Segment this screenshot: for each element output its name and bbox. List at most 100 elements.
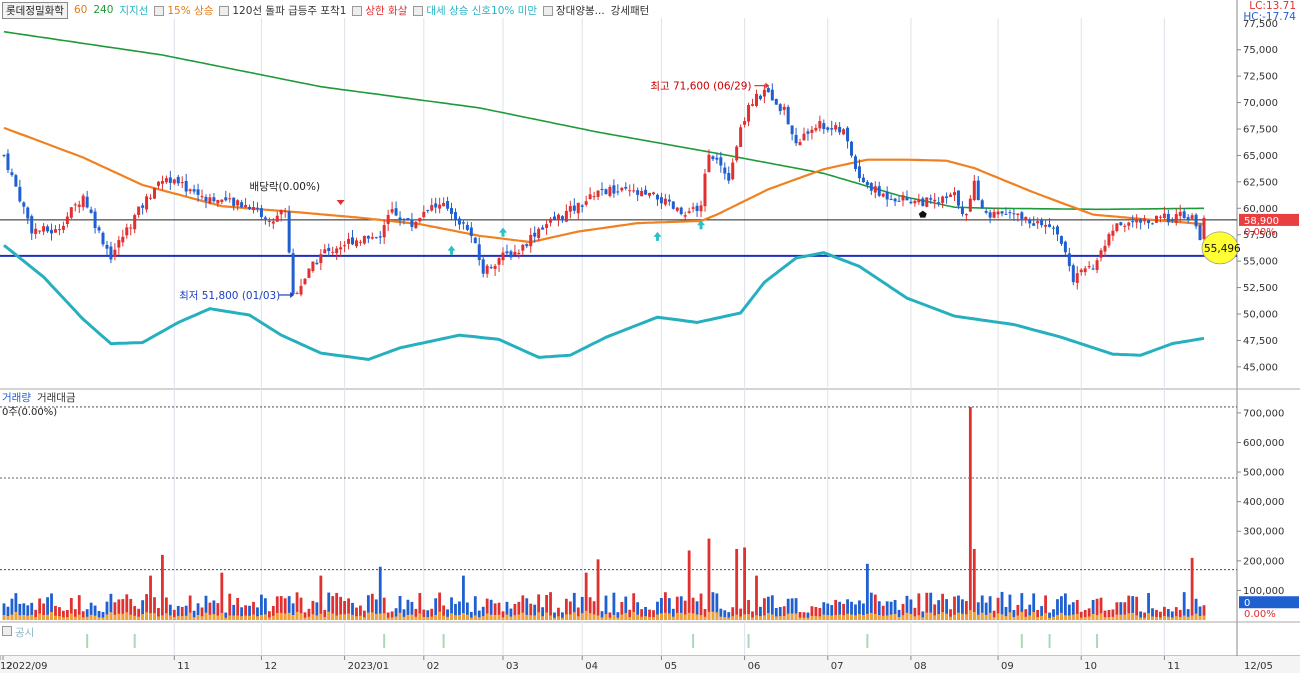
legend-15pct-rise[interactable]: 15% 상승 <box>154 3 213 18</box>
volume-bar-overlay <box>287 612 291 620</box>
candle-body <box>628 190 632 192</box>
current-change-label: 0.00% <box>1244 227 1276 238</box>
candle-body <box>453 212 457 221</box>
candle-body <box>291 253 295 295</box>
volume-bar-overlay <box>1151 616 1154 620</box>
candle-body <box>1067 253 1071 267</box>
candle-body <box>374 237 378 239</box>
volume-bar-overlay <box>438 611 442 620</box>
volume-bar-overlay <box>968 610 972 620</box>
legend-trend-rise-signal[interactable]: 대세 상승 신호10% 미만 <box>413 3 537 18</box>
legend-ma240[interactable]: 240 <box>93 4 113 16</box>
volume-bar-overlay <box>339 614 343 620</box>
volume-bar-overlay <box>50 612 53 620</box>
candle-body <box>283 210 287 212</box>
volume-bar-overlay <box>564 614 568 620</box>
volume-tick-label: 600,000 <box>1243 438 1284 449</box>
volume-bar-overlay <box>747 614 750 620</box>
candle-body <box>913 200 917 204</box>
candle-body <box>212 197 216 202</box>
volume-bar-overlay <box>949 616 952 620</box>
notice-legend[interactable]: 공시 <box>2 625 34 640</box>
volume-bar-overlay <box>244 615 247 620</box>
candle-body <box>145 196 149 210</box>
volume-bar-overlay <box>834 615 838 620</box>
volume-bar-overlay <box>374 613 378 620</box>
volume-bar-overlay <box>390 617 394 620</box>
candle-body <box>1123 225 1127 227</box>
candle-body <box>1202 217 1206 240</box>
volume-bar-overlay <box>343 614 346 620</box>
volume-bar-overlay <box>263 614 267 620</box>
volume-bar-overlay <box>1178 616 1182 620</box>
candle-body <box>42 226 46 232</box>
volume-bar-overlay <box>1024 616 1028 620</box>
candle-body <box>327 247 331 252</box>
volume-bar-overlay <box>679 612 683 620</box>
volume-bar-overlay <box>711 611 715 620</box>
volume-bar-overlay <box>600 617 604 620</box>
volume-bar-overlay <box>731 616 735 620</box>
volume-bar-overlay <box>505 614 509 620</box>
legend-120-breakout[interactable]: 120선 돌파 급등주 포착1 <box>219 3 346 18</box>
volume-bar-overlay <box>1012 617 1016 620</box>
candle-body <box>149 197 153 199</box>
volume-bar-overlay <box>604 614 608 620</box>
volume-bar-overlay <box>584 610 588 620</box>
volume-bar-overlay <box>1095 615 1099 620</box>
volume-bar-overlay <box>351 614 354 620</box>
candle-body <box>1079 269 1083 273</box>
legend-strong-pattern[interactable]: 강세패턴 <box>611 3 650 18</box>
candle-body <box>50 229 54 234</box>
candle-body <box>663 198 667 205</box>
volume-bar-overlay <box>1083 616 1087 620</box>
candle-body <box>901 195 905 201</box>
volume-bar-overlay <box>454 615 457 620</box>
volume-tick-label: 500,000 <box>1243 468 1284 479</box>
legend-ma60[interactable]: 60 <box>74 4 87 16</box>
candle-body <box>790 125 794 135</box>
candle-body <box>204 196 208 201</box>
volume-bar-overlay <box>469 617 473 620</box>
volume-bar-overlay <box>1036 617 1040 620</box>
volume-bar-overlay <box>913 616 917 620</box>
candle-body <box>1174 214 1178 223</box>
volume-bar-overlay <box>355 616 358 620</box>
volume-bar-overlay <box>964 614 968 620</box>
date-tick-label: 10 <box>1084 661 1097 672</box>
candle-body <box>1059 236 1063 244</box>
candle-body <box>236 200 240 206</box>
candle-body <box>465 224 469 230</box>
volume-bar-overlay <box>755 615 758 620</box>
candle-body <box>271 221 275 224</box>
candle-body <box>418 217 422 222</box>
candle-body <box>1111 230 1115 236</box>
candle-body <box>679 207 683 215</box>
volume-bar-overlay <box>830 615 834 620</box>
volume-bar-overlay <box>1166 616 1170 620</box>
legend-support[interactable]: 지지선 <box>119 3 148 18</box>
volume-bar-overlay <box>759 616 762 620</box>
price-tick-label: 45,000 <box>1243 362 1278 373</box>
volume-bar-overlay <box>188 612 192 620</box>
candle-body <box>521 244 525 251</box>
candle-body <box>608 186 612 196</box>
candle-body <box>861 177 865 183</box>
candle-body <box>394 208 398 216</box>
legend-upper-limit-arrow[interactable]: 상한 화살 <box>352 3 407 18</box>
candle-body <box>850 141 854 156</box>
volume-bar-overlay <box>1111 616 1115 620</box>
volume-bar-overlay <box>252 614 255 620</box>
legend-long-bullish[interactable]: 장대양봉... <box>543 3 605 18</box>
volume-bar-overlay <box>168 615 172 620</box>
candle-body <box>952 192 956 196</box>
price-volume-chart[interactable]: 최고 71,600 (06/29) 최저 51,800 (01/03) 배당락(0.… <box>0 0 1300 673</box>
candle-body <box>1162 213 1166 218</box>
volume-bar-overlay <box>1119 614 1123 620</box>
volume-bar-overlay <box>54 615 57 620</box>
candle-body <box>46 226 50 232</box>
volume-bar-overlay <box>1143 617 1146 620</box>
volume-bar-overlay <box>1048 617 1051 620</box>
volume-bar-overlay <box>1040 615 1044 620</box>
stock-name[interactable]: 롯데정밀화학 <box>2 1 68 19</box>
